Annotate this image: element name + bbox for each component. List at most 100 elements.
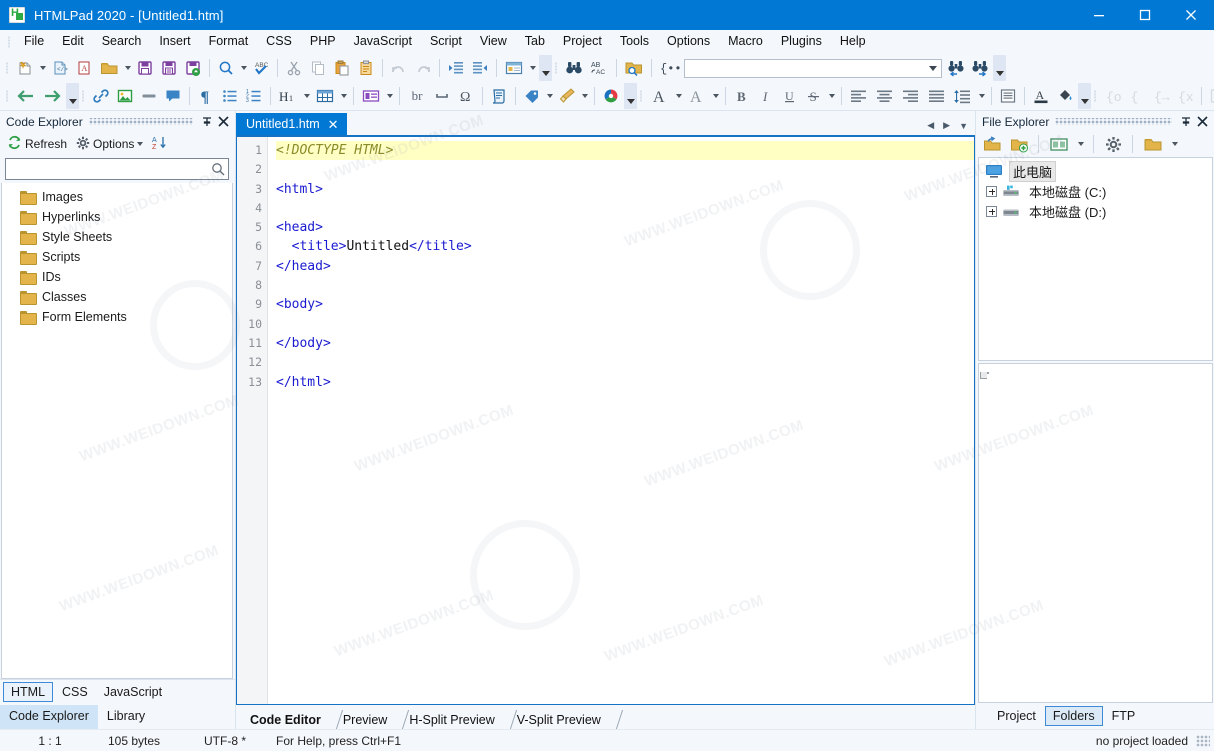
tree-item-style-sheets[interactable]: Style Sheets xyxy=(2,227,232,247)
insert-snippet-icon[interactable]: {••} xyxy=(656,56,682,80)
tab-css[interactable]: CSS xyxy=(55,683,95,701)
close-icon[interactable] xyxy=(1194,114,1210,130)
new-from-template-icon[interactable]: </> xyxy=(48,56,72,80)
toolbar-grip[interactable] xyxy=(4,60,11,76)
resize-grip-icon[interactable] xyxy=(1196,734,1210,747)
bullet-list-icon[interactable] xyxy=(218,84,242,108)
code-line[interactable]: <body> xyxy=(276,295,974,314)
expand-icon[interactable] xyxy=(986,205,997,217)
find-icon[interactable] xyxy=(214,56,238,80)
menu-insert[interactable]: Insert xyxy=(150,31,199,52)
css-block-icon[interactable]: { } xyxy=(1125,84,1149,108)
code-line[interactable]: </head> xyxy=(276,257,974,276)
toolbar-overflow-button[interactable] xyxy=(624,83,637,109)
save-icon[interactable] xyxy=(133,56,157,80)
code-line[interactable]: <title>Untitled</title> xyxy=(276,237,974,256)
form-dropdown[interactable] xyxy=(384,84,395,108)
open-folder-dropdown[interactable] xyxy=(1169,132,1180,156)
chevron-right-icon[interactable]: ▶ xyxy=(943,120,950,131)
menu-project[interactable]: Project xyxy=(554,31,611,52)
search-combo-dropdown-icon[interactable] xyxy=(925,60,941,77)
strikethrough-icon[interactable]: S xyxy=(802,84,826,108)
menu-tools[interactable]: Tools xyxy=(611,31,658,52)
open-dropdown[interactable] xyxy=(122,56,133,80)
search-icon[interactable] xyxy=(208,162,228,176)
search-input[interactable] xyxy=(6,160,208,178)
code-line[interactable] xyxy=(276,353,974,372)
italic-icon[interactable]: I xyxy=(754,84,778,108)
align-center-icon[interactable] xyxy=(872,84,898,108)
nbsp-icon[interactable] xyxy=(430,84,454,108)
tab-h-split-preview[interactable]: H-Split Preview xyxy=(399,710,506,729)
code-line[interactable] xyxy=(276,160,974,179)
menu-tab[interactable]: Tab xyxy=(516,31,554,52)
numbered-list-icon[interactable]: 123 xyxy=(242,84,266,108)
fill-color-icon[interactable] xyxy=(1053,84,1077,108)
line-break-icon[interactable]: br xyxy=(404,84,430,108)
window-layout-icon[interactable] xyxy=(501,56,527,80)
view-mode-icon[interactable] xyxy=(1046,132,1072,156)
new-file-icon[interactable] xyxy=(13,56,37,80)
font-size-icon[interactable]: A xyxy=(647,84,673,108)
save-upload-icon[interactable] xyxy=(181,56,205,80)
open-folder-icon[interactable] xyxy=(96,56,122,80)
back-arrow-icon[interactable] xyxy=(13,84,39,108)
special-char-icon[interactable]: Ω xyxy=(454,84,478,108)
bold-icon[interactable]: B xyxy=(730,84,754,108)
spell-check-icon[interactable]: ABC xyxy=(249,56,273,80)
options-dropdown-icon[interactable] xyxy=(137,142,144,146)
tab-html[interactable]: HTML xyxy=(3,681,54,702)
new-file-dropdown[interactable] xyxy=(37,56,48,80)
find-binoculars-icon[interactable] xyxy=(562,56,586,80)
cut-icon[interactable] xyxy=(282,56,306,80)
find-next-icon[interactable] xyxy=(968,56,992,80)
menu-css[interactable]: CSS xyxy=(257,31,301,52)
tree-item-classes[interactable]: Classes xyxy=(2,287,232,307)
font-color-icon[interactable]: A xyxy=(1029,84,1053,108)
save-as-icon[interactable] xyxy=(157,56,181,80)
tab-preview[interactable]: Preview xyxy=(333,710,399,729)
code-explorer-search[interactable] xyxy=(5,158,229,180)
toolbar-overflow-button[interactable] xyxy=(993,55,1006,81)
code-line[interactable] xyxy=(276,276,974,295)
font-family-icon[interactable]: A xyxy=(684,84,710,108)
settings-gear-icon[interactable] xyxy=(1101,132,1125,156)
code-line[interactable]: <!DOCTYPE HTML> xyxy=(276,141,974,161)
tree-item-local-disk-c[interactable]: 本地磁盘 (C:) xyxy=(979,181,1212,201)
toolbar-overflow-button[interactable] xyxy=(1078,83,1091,109)
menu-macro[interactable]: Macro xyxy=(719,31,772,52)
image-icon[interactable] xyxy=(113,84,137,108)
indent-icon[interactable] xyxy=(444,56,468,80)
refresh-button[interactable]: Refresh xyxy=(4,134,70,154)
align-left-icon[interactable] xyxy=(846,84,872,108)
undo-icon[interactable] xyxy=(387,56,411,80)
line-height-dropdown[interactable] xyxy=(976,84,987,108)
tree-item-hyperlinks[interactable]: Hyperlinks xyxy=(2,207,232,227)
tag-icon[interactable] xyxy=(520,84,544,108)
find-in-files-icon[interactable] xyxy=(621,56,647,80)
tree-item-form-elements[interactable]: Form Elements xyxy=(2,307,232,327)
toolbar-grip[interactable] xyxy=(80,88,87,104)
new-document-icon[interactable]: A xyxy=(72,56,96,80)
tab-code-editor[interactable]: Code Editor xyxy=(240,710,333,729)
search-combo[interactable] xyxy=(684,58,942,78)
tree-item-images[interactable]: Images xyxy=(2,187,232,207)
view-mode-dropdown[interactable] xyxy=(1075,132,1086,156)
code-editor[interactable]: 1 2 3 4 5 6 7 8 9 10 11 12 13 <!DOCTYPE … xyxy=(236,135,975,705)
paragraph-block-icon[interactable] xyxy=(996,84,1020,108)
replace-abac-icon[interactable]: AB AC xyxy=(586,56,612,80)
toolbar-grip[interactable] xyxy=(4,88,11,104)
script-icon[interactable] xyxy=(487,84,511,108)
code-line[interactable]: <html> xyxy=(276,180,974,199)
dock-tab-project[interactable]: Project xyxy=(990,707,1043,725)
chevron-left-icon[interactable]: ◀ xyxy=(927,120,934,131)
close-button[interactable] xyxy=(1168,0,1214,30)
menu-help[interactable]: Help xyxy=(831,31,875,52)
dock-tab-ftp[interactable]: FTP xyxy=(1105,707,1143,725)
css-close-icon[interactable]: {x} xyxy=(1173,84,1197,108)
minimize-button[interactable] xyxy=(1076,0,1122,30)
menu-plugins[interactable]: Plugins xyxy=(772,31,831,52)
font-size-dropdown[interactable] xyxy=(673,84,684,108)
pin-icon[interactable] xyxy=(199,114,215,130)
form-icon[interactable] xyxy=(358,84,384,108)
